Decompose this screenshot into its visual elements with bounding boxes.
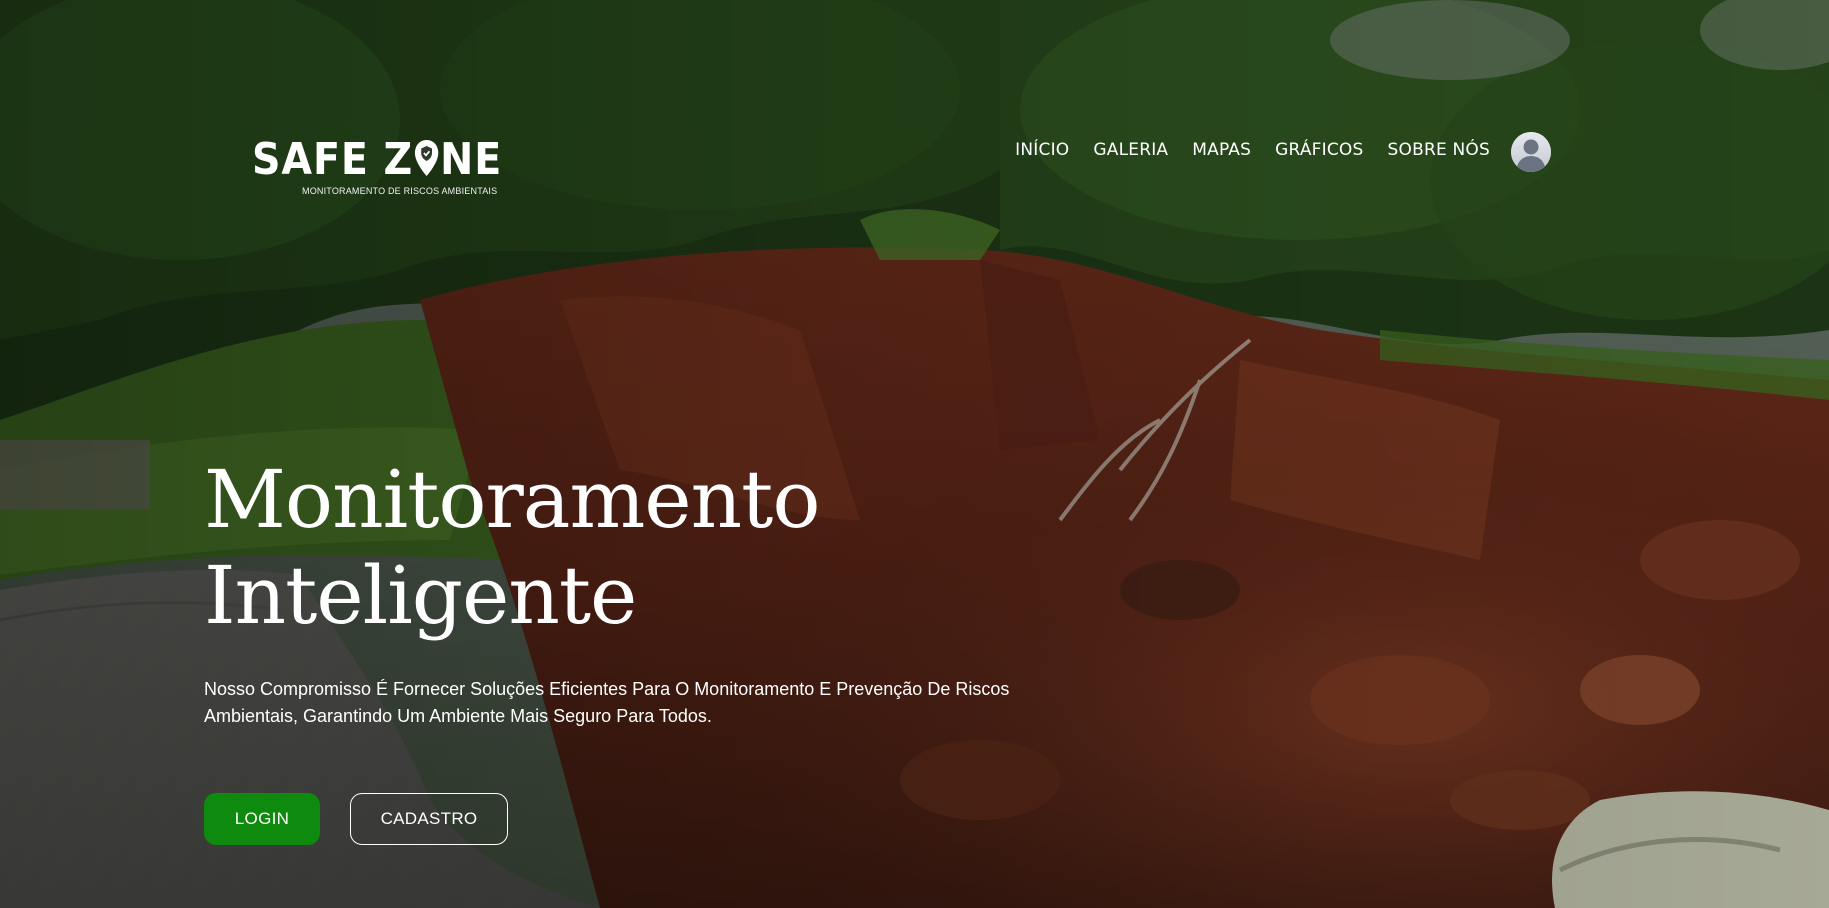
main-navigation: INÍCIO GALERIA MAPAS GRÁFICOS SOBRE NÓS — [1015, 140, 1490, 160]
brand-name: SAFE Z NE — [252, 136, 502, 184]
hero-subtitle: Nosso Compromisso É Fornecer Soluções Ef… — [204, 679, 1010, 726]
brand-name-part2: NE — [440, 134, 503, 185]
hero-headline-line2: Inteligente — [204, 549, 637, 642]
user-silhouette-icon — [1511, 132, 1551, 172]
cadastro-button[interactable]: CADASTRO — [350, 793, 508, 845]
brand-name-part1: SAFE Z — [252, 134, 414, 185]
user-avatar-icon[interactable] — [1511, 132, 1551, 172]
hero-section: SAFE Z NE MONITORAMENTO DE RISCOS AMBIEN… — [0, 0, 1829, 908]
brand-tagline: MONITORAMENTO DE RISCOS AMBIENTAIS — [302, 186, 498, 196]
nav-link-sobre-nos[interactable]: SOBRE NÓS — [1388, 140, 1490, 160]
brand-logo[interactable]: SAFE Z NE MONITORAMENTO DE RISCOS AMBIEN… — [252, 136, 501, 198]
nav-link-graficos[interactable]: GRÁFICOS — [1275, 140, 1363, 160]
location-pin-shield-icon — [414, 140, 439, 176]
nav-link-mapas[interactable]: MAPAS — [1192, 140, 1251, 160]
nav-link-inicio[interactable]: INÍCIO — [1015, 140, 1069, 160]
hero-headline-line1: Monitoramento — [204, 453, 820, 546]
nav-link-galeria[interactable]: GALERIA — [1093, 140, 1168, 160]
login-button[interactable]: LOGIN — [204, 793, 320, 845]
hero-headline: Monitoramento Inteligente — [204, 452, 820, 644]
